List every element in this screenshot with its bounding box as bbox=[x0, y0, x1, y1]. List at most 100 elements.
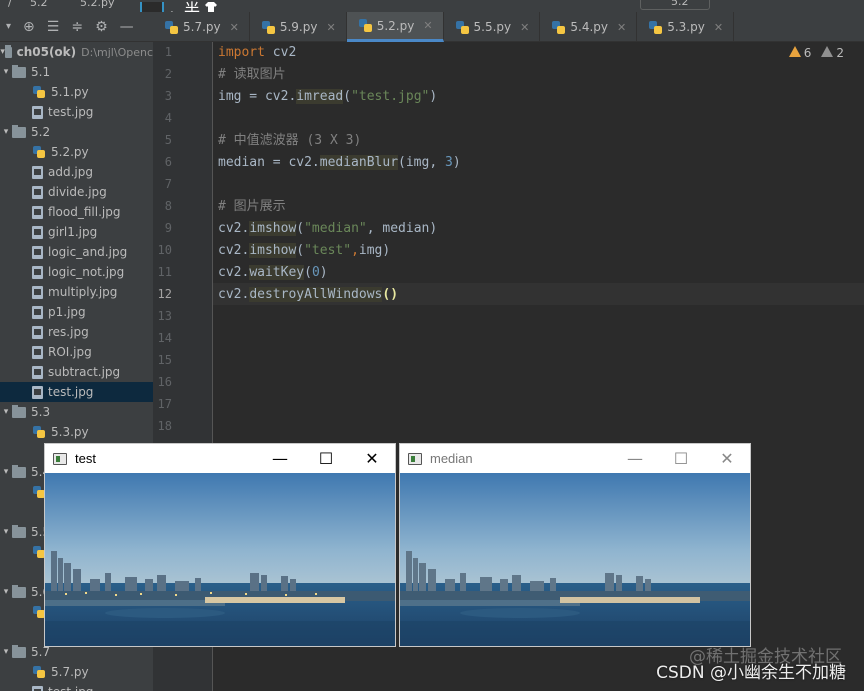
tree-file[interactable]: subtract.jpg bbox=[0, 362, 153, 382]
tree-file[interactable]: res.jpg bbox=[0, 322, 153, 342]
tree-file[interactable]: test.jpg bbox=[0, 382, 153, 402]
tree-item-label: 5.1 bbox=[31, 65, 51, 79]
weak-warnings-value: 2 bbox=[836, 46, 844, 60]
inspection-widget[interactable]: 6 2 bbox=[788, 46, 844, 60]
close-icon[interactable]: ✕ bbox=[326, 21, 335, 34]
breadcrumb-folder[interactable]: 5.2 bbox=[30, 0, 48, 9]
chevron-down-icon[interactable]: ▾ bbox=[0, 467, 12, 477]
tree-item-label: 5.7 bbox=[31, 645, 51, 659]
line-number: 16 bbox=[157, 375, 172, 389]
tree-file[interactable]: multiply.jpg bbox=[0, 282, 153, 302]
image-file-icon bbox=[32, 325, 43, 339]
breadcrumb-file[interactable]: 5.2.py bbox=[80, 0, 114, 9]
tree-folder[interactable]: ▾ 5.1 bbox=[0, 62, 153, 82]
hide-icon[interactable]: — bbox=[120, 19, 134, 35]
tree-item-label: add.jpg bbox=[48, 165, 93, 179]
code-line-6: median = cv2.medianBlur(img, 3) bbox=[218, 155, 461, 170]
tree-item-label: 5.2 bbox=[31, 125, 51, 139]
tree-item-label: 5.1.py bbox=[51, 85, 89, 99]
median-image-window[interactable]: median — ☐ ✕ bbox=[399, 443, 751, 647]
image-file-icon bbox=[32, 185, 43, 199]
tab-5-3[interactable]: 5.3.py ✕ bbox=[637, 12, 735, 42]
tree-file[interactable]: p1.jpg bbox=[0, 302, 153, 322]
close-icon[interactable]: ✕ bbox=[520, 21, 529, 34]
close-button[interactable]: ✕ bbox=[349, 444, 395, 473]
target-icon[interactable]: ⊕ bbox=[23, 19, 35, 35]
tree-item-label: multiply.jpg bbox=[48, 285, 118, 299]
chevron-down-icon[interactable]: ▾ bbox=[0, 527, 12, 537]
python-file-icon bbox=[32, 85, 46, 99]
close-icon[interactable]: ✕ bbox=[423, 19, 432, 32]
weak-warnings-count[interactable]: 2 bbox=[821, 46, 844, 60]
chevron-down-icon[interactable]: ▾ bbox=[0, 127, 12, 137]
tab-5-5[interactable]: 5.5.py ✕ bbox=[444, 12, 541, 42]
minimize-button[interactable]: — bbox=[612, 444, 658, 473]
tree-item-label: flood_fill.jpg bbox=[48, 205, 121, 219]
tree-file[interactable]: ROI.jpg bbox=[0, 342, 153, 362]
tab-5-7[interactable]: 5.7.py ✕ bbox=[153, 12, 250, 42]
folder-icon bbox=[12, 524, 26, 538]
image-file-icon bbox=[32, 685, 43, 691]
code-line-5: # 中值滤波器 (3 X 3) bbox=[218, 133, 362, 148]
maximize-button[interactable]: ☐ bbox=[658, 444, 704, 473]
line-number: 1 bbox=[164, 45, 172, 59]
tree-folder[interactable]: ▾ 5.2 bbox=[0, 122, 153, 142]
python-file-icon bbox=[32, 425, 46, 439]
line-number: 3 bbox=[164, 89, 172, 103]
tree-file[interactable]: test.jpg bbox=[0, 102, 153, 122]
collapse-all-icon[interactable]: ☰ bbox=[47, 19, 60, 35]
image-file-icon bbox=[32, 205, 43, 219]
maximize-button[interactable]: ☐ bbox=[303, 444, 349, 473]
chevron-down-icon[interactable]: ▾ bbox=[0, 407, 12, 417]
folder-icon bbox=[12, 64, 26, 78]
tree-item-label: girl1.jpg bbox=[48, 225, 98, 239]
image-file-icon bbox=[32, 365, 43, 379]
chevron-down-icon[interactable]: ▾ bbox=[0, 647, 12, 657]
chevron-down-icon[interactable]: ▾ bbox=[0, 587, 12, 597]
tree-file[interactable]: divide.jpg bbox=[0, 182, 153, 202]
tree-file[interactable]: girl1.jpg bbox=[0, 222, 153, 242]
code-line-8: # 图片展示 bbox=[218, 199, 286, 214]
folder-icon bbox=[12, 644, 26, 658]
top-strip: / 5.2 5.2.py 5.2 bbox=[0, 0, 864, 12]
tree-file[interactable]: logic_and.jpg bbox=[0, 242, 153, 262]
close-button[interactable]: ✕ bbox=[704, 444, 750, 473]
tree-item-label: divide.jpg bbox=[48, 185, 107, 199]
gear-icon[interactable]: ⚙ bbox=[95, 19, 108, 35]
python-file-icon bbox=[261, 20, 275, 34]
city-photo bbox=[45, 473, 395, 646]
warnings-count[interactable]: 6 bbox=[788, 46, 811, 60]
tree-folder[interactable]: ▾ 5.3 bbox=[0, 402, 153, 422]
window-titlebar[interactable]: median — ☐ ✕ bbox=[400, 444, 750, 473]
window-titlebar[interactable]: test — ☐ ✕ bbox=[45, 444, 395, 473]
folder-icon bbox=[12, 464, 26, 478]
tree-item-label: test.jpg bbox=[48, 385, 94, 399]
tree-item-label: subtract.jpg bbox=[48, 365, 121, 379]
tree-file[interactable]: 5.2.py bbox=[0, 142, 153, 162]
tree-file[interactable]: flood_fill.jpg bbox=[0, 202, 153, 222]
expand-all-icon[interactable]: ≑ bbox=[71, 19, 83, 35]
tree-file[interactable]: 5.7.py bbox=[0, 662, 153, 682]
image-file-icon bbox=[32, 385, 43, 399]
run-config-select[interactable]: 5.2 bbox=[640, 0, 710, 10]
close-icon[interactable]: ✕ bbox=[617, 21, 626, 34]
close-icon[interactable]: ✕ bbox=[714, 21, 723, 34]
editor-tabs: 5.7.py ✕ 5.9.py ✕ 5.2.py ✕ 5.5.py ✕ 5.4.py ✕ … bbox=[153, 12, 864, 42]
chevron-down-icon[interactable]: ▾ bbox=[6, 21, 11, 32]
tab-5-2[interactable]: 5.2.py ✕ bbox=[346, 12, 444, 42]
tree-item-label: test.jpg bbox=[48, 685, 93, 691]
minimize-button[interactable]: — bbox=[257, 444, 303, 473]
tree-root[interactable]: ▾ ch05(ok) D:\mjl\Openc bbox=[0, 42, 153, 62]
tree-file[interactable]: logic_not.jpg bbox=[0, 262, 153, 282]
tree-file[interactable]: 5.3.py bbox=[0, 422, 153, 442]
tree-file[interactable]: test.jpg bbox=[0, 682, 153, 691]
window-title: test bbox=[75, 451, 96, 466]
chevron-down-icon[interactable]: ▾ bbox=[0, 67, 12, 77]
test-image-window[interactable]: test — ☐ ✕ bbox=[44, 443, 396, 647]
close-icon[interactable]: ✕ bbox=[230, 21, 239, 34]
tab-5-4[interactable]: 5.4.py ✕ bbox=[540, 12, 638, 42]
tab-5-9[interactable]: 5.9.py ✕ bbox=[250, 12, 347, 42]
tree-file[interactable]: add.jpg bbox=[0, 162, 153, 182]
tree-file[interactable]: 5.1.py bbox=[0, 82, 153, 102]
tree-item-label: logic_and.jpg bbox=[48, 245, 128, 259]
